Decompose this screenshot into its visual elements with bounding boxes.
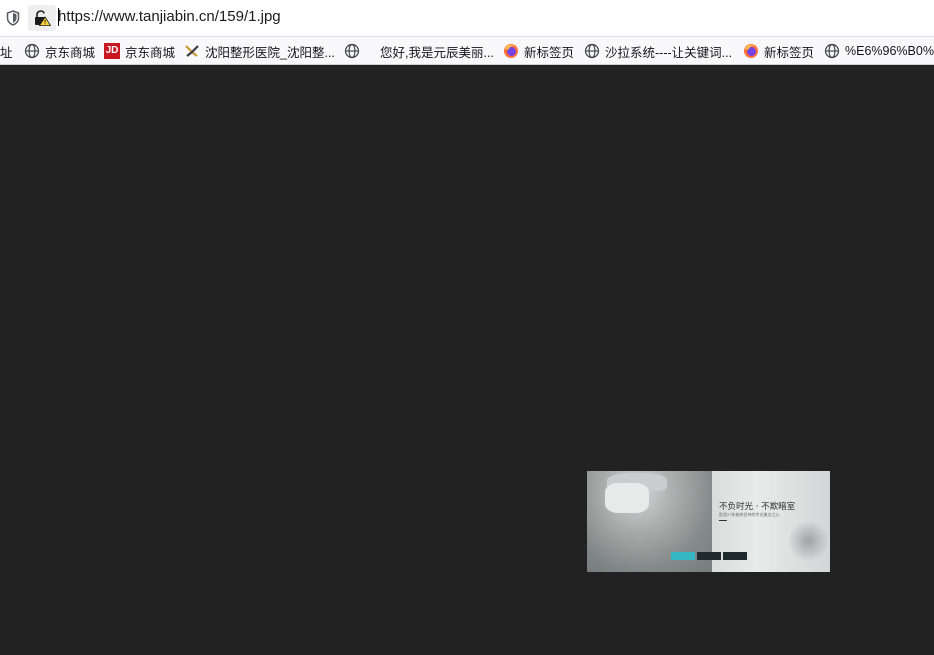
image-title: 不负时光 · 不欺暗室 bbox=[719, 502, 796, 512]
insecure-lock-icon bbox=[35, 10, 51, 26]
bookmark-label: 沈阳整形医院_沈阳整... bbox=[205, 45, 335, 60]
bookmark-item-9[interactable]: %E6%96%B0%E bbox=[824, 37, 934, 64]
firefox-icon bbox=[504, 44, 518, 58]
bookmark-label: 沙拉系统----让关键词... bbox=[605, 45, 733, 60]
bookmark-item-0[interactable]: 址 bbox=[0, 37, 13, 64]
bookmark-item-7[interactable]: 沙拉系统----让关键词... bbox=[584, 37, 733, 64]
bookmark-label: 址 bbox=[0, 45, 13, 60]
bookmark-item-8[interactable]: 新标签页 bbox=[743, 37, 815, 64]
url-input[interactable]: https://www.tanjiabin.cn/159/1.jpg bbox=[58, 8, 281, 25]
image-button-2 bbox=[697, 552, 721, 560]
bookmark-label: 京东商城 bbox=[125, 45, 176, 60]
image-button-3 bbox=[723, 552, 747, 560]
displayed-image[interactable]: 不负时光 · 不欺暗室 匠造27年始终坚持的专业美业之心 bbox=[587, 471, 830, 572]
globe-icon bbox=[824, 43, 840, 59]
bookmark-label: %E6%96%B0%E bbox=[845, 44, 934, 58]
firefox-icon bbox=[744, 44, 758, 58]
tracking-shield-icon[interactable] bbox=[6, 10, 20, 26]
bookmark-label: 京东商城 bbox=[45, 45, 96, 60]
image-face-mask bbox=[605, 483, 649, 513]
bookmark-label: 您好,我是元辰美丽... bbox=[380, 45, 494, 60]
image-subtitle: 匠造27年始终坚持的专业美业之心 bbox=[719, 512, 780, 517]
site-info-button[interactable] bbox=[28, 5, 56, 31]
image-background-blur bbox=[787, 521, 830, 561]
bookmarks-toolbar: 址 京东商城 JD 京东商城 沈阳整形医院_沈阳整... 您好,我是元辰美丽..… bbox=[0, 36, 934, 65]
bookmark-item-3[interactable]: 沈阳整形医院_沈阳整... bbox=[184, 37, 335, 64]
bookmark-item-4[interactable] bbox=[344, 37, 365, 64]
image-button-1 bbox=[671, 552, 695, 560]
bookmark-item-2[interactable]: JD 京东商城 bbox=[104, 37, 176, 64]
x-logo-icon bbox=[185, 45, 199, 57]
globe-icon bbox=[24, 43, 40, 59]
url-bar[interactable]: https://www.tanjiabin.cn/159/1.jpg bbox=[0, 0, 934, 36]
bookmark-item-6[interactable]: 新标签页 bbox=[503, 37, 575, 64]
globe-icon bbox=[584, 43, 600, 59]
bookmark-item-1[interactable]: 京东商城 bbox=[24, 37, 96, 64]
globe-icon bbox=[344, 43, 360, 59]
bookmark-label: 新标签页 bbox=[524, 45, 575, 60]
bookmark-item-5[interactable]: 您好,我是元辰美丽... bbox=[380, 37, 494, 64]
bookmark-label: 新标签页 bbox=[764, 45, 815, 60]
image-divider bbox=[719, 520, 727, 521]
jd-logo-icon: JD bbox=[104, 43, 120, 59]
